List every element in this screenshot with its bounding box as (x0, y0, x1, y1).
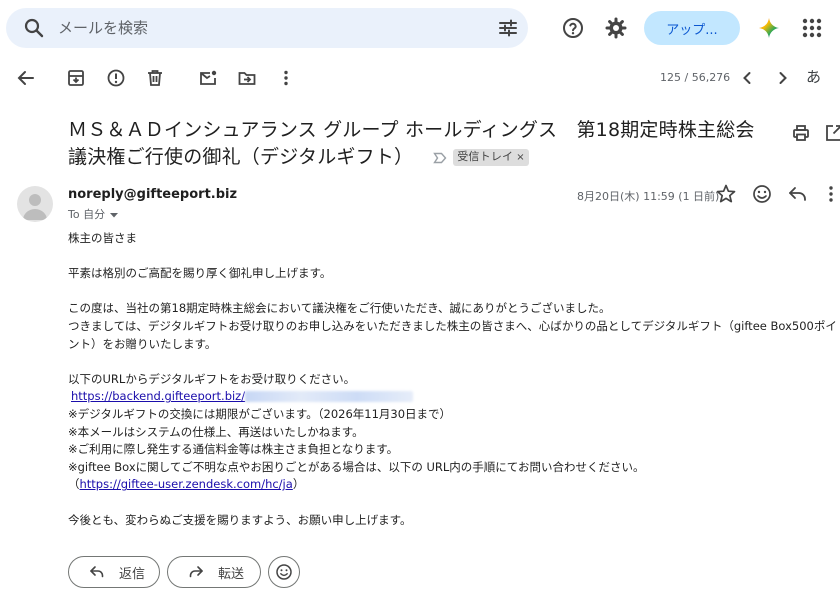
print-icon[interactable] (791, 123, 811, 143)
subject-line-2: 議決権ご行使の御礼（デジタルギフト） 受信トレイ × (68, 144, 768, 171)
label-remove-icon[interactable]: × (516, 152, 525, 163)
body-paragraph: この度は、当社の第18期定時株主総会において議決権をご行使いただき、誠にありがと… (68, 301, 611, 316)
top-bar: アップ... (0, 0, 840, 56)
subject-text: 議決権ご行使の御礼（デジタルギフト） (68, 146, 414, 168)
forward-button[interactable]: 転送 (167, 556, 261, 588)
redacted-url (245, 391, 414, 403)
help-url-line: （https://giftee-user.zendesk.com/hc/ja） (68, 476, 838, 494)
inbox-label-text: 受信トレイ (457, 150, 514, 163)
gemini-icon[interactable] (757, 16, 781, 40)
gift-url-line: https://backend.gifteeport.biz/ (68, 388, 838, 406)
recipient-text: To 自分 (68, 208, 106, 221)
reply-arrow-icon (89, 564, 105, 580)
more-vert-icon[interactable] (276, 68, 296, 88)
help-url-link[interactable]: https://giftee-user.zendesk.com/hc/ja (80, 477, 293, 491)
body-paragraph: 以下のURLからデジタルギフトをお受け取りください。 (68, 371, 356, 386)
chevron-down-icon[interactable] (109, 211, 119, 219)
greeting: 株主の皆さま (68, 231, 137, 245)
paren-close: ） (292, 477, 305, 492)
importance-marker-icon[interactable] (433, 152, 447, 164)
sender-email[interactable]: noreply@gifteeport.biz (68, 187, 237, 202)
report-spam-icon[interactable] (106, 68, 126, 88)
older-chevron-icon[interactable] (773, 68, 793, 88)
subject-line-1: ＭＳ＆ＡＤインシュアランス グループ ホールディングス 第18期定時株主総会 (68, 119, 755, 141)
body-paragraph: つきましては、デジタルギフトお受け取りのお申し込みをいただきました株主の皆さまへ… (68, 318, 837, 333)
search-bar[interactable] (6, 8, 528, 48)
body-paragraph: 平素は格別のご高配を賜り厚く御礼申し上げます。 (68, 266, 332, 281)
input-tools-button[interactable]: あ (806, 66, 821, 87)
note-line: ※ご利用に際し発生する通信料金等は株主さま負担となります。 (68, 442, 399, 457)
avatar[interactable] (17, 186, 53, 222)
apps-grid-icon[interactable] (801, 17, 823, 39)
smiley-icon (275, 563, 293, 581)
newer-chevron-icon[interactable] (737, 68, 757, 88)
back-arrow-icon[interactable] (16, 68, 36, 88)
delete-icon[interactable] (145, 68, 165, 88)
emoji-button[interactable] (268, 556, 300, 588)
paren-open: （ (68, 477, 80, 492)
body-paragraph: ント）をお贈りいたします。 (68, 336, 217, 351)
note-line: ※デジタルギフトの交換には期限がございます。（2026年11月30日まで） (68, 406, 452, 421)
move-to-icon[interactable] (237, 68, 257, 88)
email-date: 8月20日(木) 11:59 (1 日前) (577, 190, 720, 203)
search-icon[interactable] (22, 16, 46, 40)
emoji-reaction-icon[interactable] (751, 183, 773, 205)
search-options-icon[interactable] (496, 16, 520, 40)
archive-icon[interactable] (66, 68, 86, 88)
email-body: 株主の皆さま 平素は格別のご高配を賜り厚く御礼申し上げます。 この度は、当社の第… (68, 230, 838, 529)
note-line: ※本メールはシステムの仕様上、再送はいたしかねます。 (68, 424, 364, 439)
more-options-icon[interactable] (822, 183, 840, 205)
help-icon[interactable] (561, 16, 585, 40)
inbox-label[interactable]: 受信トレイ × (453, 149, 529, 166)
email-subject: ＭＳ＆ＡＤインシュアランス グループ ホールディングス 第18期定時株主総会 議… (68, 117, 768, 171)
gear-icon[interactable] (604, 16, 628, 40)
reply-icon[interactable] (787, 183, 809, 205)
gift-url-link[interactable]: https://backend.gifteeport.biz/ (71, 389, 245, 403)
message-toolbar: 125 / 56,276 あ (0, 60, 840, 96)
search-input[interactable] (58, 17, 438, 39)
forward-label: 転送 (218, 566, 245, 582)
open-new-window-icon[interactable] (824, 123, 840, 143)
reply-button[interactable]: 返信 (68, 556, 160, 588)
mark-unread-icon[interactable] (198, 68, 218, 88)
note-line: ※giftee Boxに関してご不明な点やお困りごとがある場合は、以下の URL… (68, 459, 645, 474)
message-count: 125 / 56,276 (660, 71, 731, 84)
upgrade-button[interactable]: アップ... (644, 11, 740, 45)
reply-label: 返信 (119, 566, 146, 582)
forward-arrow-icon (188, 564, 204, 580)
star-icon[interactable] (715, 183, 737, 205)
closing: 今後とも、変わらぬご支援を賜りますよう、お願い申し上げます。 (68, 512, 412, 527)
recipient-details[interactable]: To 自分 (68, 206, 119, 222)
